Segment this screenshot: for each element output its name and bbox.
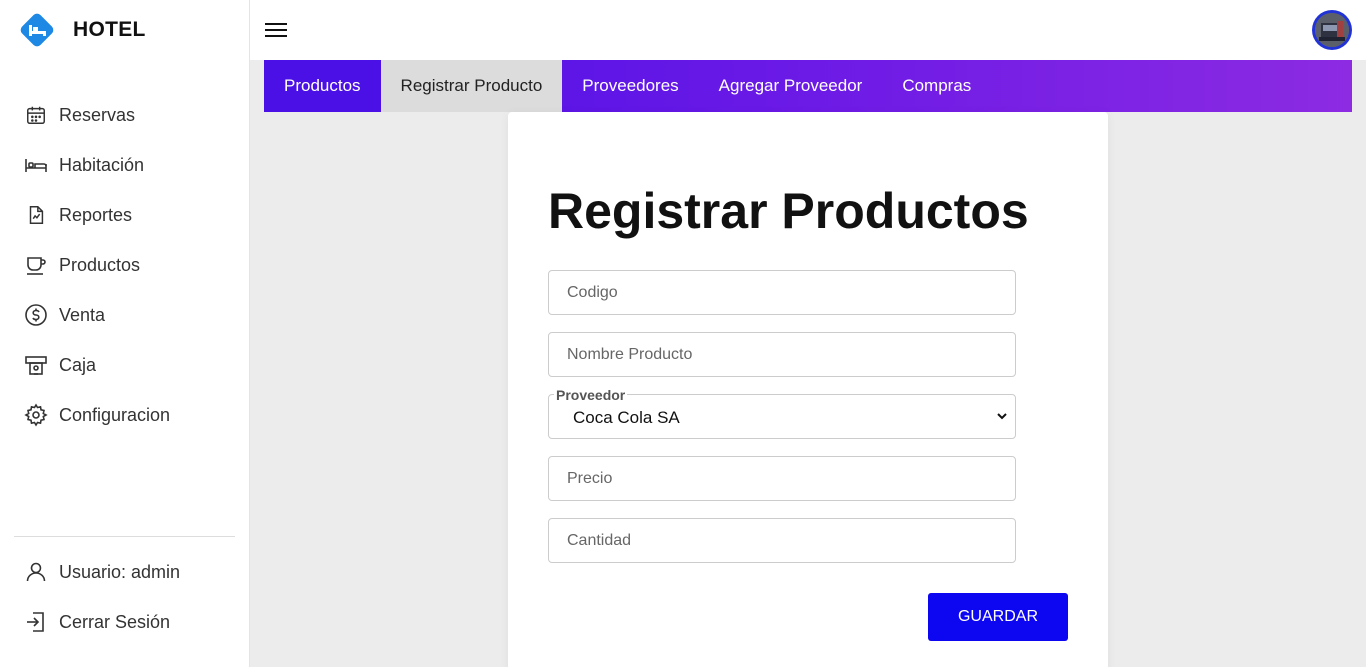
report-icon [24, 203, 48, 227]
sidebar-item-cerrar-sesion[interactable]: Cerrar Sesión [0, 597, 249, 647]
cup-icon [24, 253, 48, 277]
gear-icon [24, 403, 48, 427]
sidebar-item-productos[interactable]: Productos [0, 240, 249, 290]
sidebar: HOTEL Reservas Habitación Reportes Produ… [0, 0, 250, 667]
tab-productos[interactable]: Productos [264, 60, 381, 112]
sidebar-item-habitacion[interactable]: Habitación [0, 140, 249, 190]
sidebar-item-label: Usuario: admin [59, 561, 181, 582]
menu-icon[interactable] [265, 19, 289, 41]
cantidad-input[interactable] [549, 519, 1015, 562]
cantidad-field-wrapper [548, 518, 1016, 563]
sidebar-item-label: Configuracion [59, 404, 171, 425]
page-title: Registrar Productos [548, 183, 1029, 239]
tab-registrar-producto[interactable]: Registrar Producto [380, 60, 563, 112]
sidebar-item-label: Caja [59, 354, 97, 375]
sidebar-item-label: Reservas [59, 104, 136, 125]
calendar-icon [24, 103, 48, 127]
logout-icon [24, 610, 48, 634]
top-bar [250, 0, 1366, 60]
hotel-bed-icon [18, 11, 56, 49]
avatar-image [1315, 13, 1349, 47]
sidebar-item-label: Reportes [59, 204, 133, 225]
sidebar-divider [14, 536, 235, 537]
proveedor-value: Coca Cola SA [573, 408, 680, 427]
bed-icon [24, 153, 48, 177]
sidebar-item-usuario[interactable]: Usuario: admin [0, 547, 249, 597]
nombre-field-wrapper [548, 332, 1016, 377]
sidebar-item-venta[interactable]: Venta [0, 290, 249, 340]
sidebar-item-label: Cerrar Sesión [59, 611, 171, 632]
sidebar-nav: Reservas Habitación Reportes Productos V… [0, 90, 249, 440]
codigo-input[interactable] [549, 271, 1015, 314]
sidebar-item-label: Productos [59, 254, 141, 275]
nombre-producto-input[interactable] [549, 333, 1015, 376]
brand[interactable]: HOTEL [18, 11, 146, 49]
proveedor-label: Proveedor [554, 387, 628, 403]
tab-bar: Productos Registrar Producto Proveedores… [264, 60, 1352, 112]
save-button[interactable]: GUARDAR [928, 593, 1068, 641]
sidebar-item-label: Venta [59, 304, 106, 325]
avatar[interactable] [1312, 10, 1352, 50]
sidebar-bottom: Usuario: admin Cerrar Sesión [0, 547, 249, 647]
tab-agregar-proveedor[interactable]: Agregar Proveedor [699, 60, 883, 112]
precio-field-wrapper [548, 456, 1016, 501]
tab-compras[interactable]: Compras [882, 60, 991, 112]
tab-proveedores[interactable]: Proveedores [562, 60, 698, 112]
precio-input[interactable] [549, 457, 1015, 500]
sidebar-item-reportes[interactable]: Reportes [0, 190, 249, 240]
chevron-down-icon [995, 409, 1009, 423]
sidebar-item-configuracion[interactable]: Configuracion [0, 390, 249, 440]
register-product-card: Registrar Productos Proveedor Coca Cola … [508, 112, 1108, 667]
sidebar-item-label: Habitación [59, 154, 145, 175]
dollar-coin-icon [24, 303, 48, 327]
proveedor-select[interactable]: Proveedor Coca Cola SA [548, 387, 1016, 439]
sidebar-item-caja[interactable]: Caja [0, 340, 249, 390]
brand-title: HOTEL [73, 18, 146, 41]
sidebar-item-reservas[interactable]: Reservas [0, 90, 249, 140]
user-icon [24, 560, 48, 584]
cash-register-icon [24, 353, 48, 377]
codigo-field-wrapper [548, 270, 1016, 315]
